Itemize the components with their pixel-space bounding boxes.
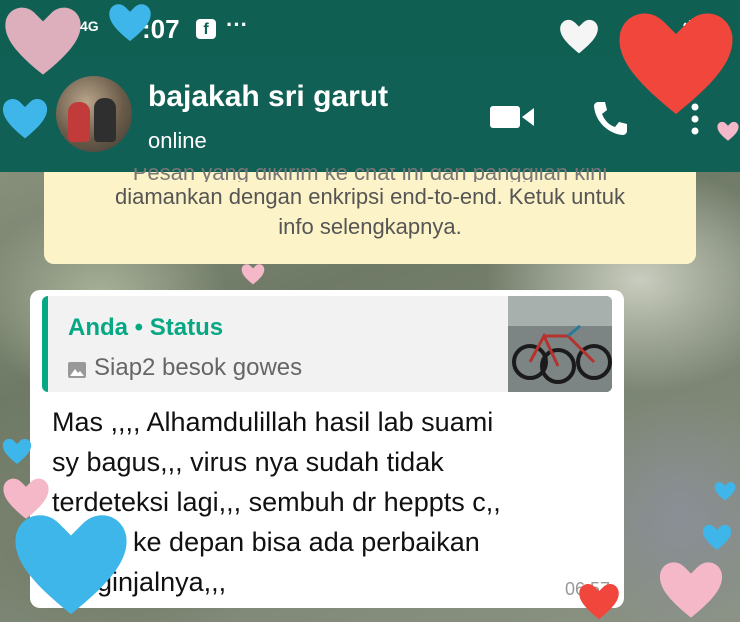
- contact-avatar[interactable]: [56, 76, 132, 152]
- message-line: sy bagus,,, virus nya sudah tidak: [52, 447, 444, 477]
- video-call-icon[interactable]: [488, 102, 536, 132]
- red-heart-sticker-icon: [579, 584, 619, 620]
- message-text: Mas ,,,, Alhamdulillah hasil lab suami s…: [52, 402, 618, 602]
- photo-icon: [68, 362, 86, 378]
- pink-heart-sticker-icon: [659, 562, 723, 618]
- message-line: Mas ,,,, Alhamdulillah hasil lab suami: [52, 407, 494, 437]
- contact-name[interactable]: bajakah sri garut: [148, 80, 388, 114]
- quoted-status-reply[interactable]: Anda • Status Siap2 besok gowes: [42, 296, 612, 392]
- blue-heart-sticker-icon: [2, 438, 32, 464]
- message-line: 2 ginjalnya,,,: [52, 567, 227, 597]
- message-line: s ga ke depan bisa ada perbaikan: [52, 527, 480, 557]
- encryption-notice-line-3: info selengkapnya.: [278, 214, 462, 239]
- pink-heart-sticker-icon: [5, 7, 81, 75]
- encryption-notice[interactable]: Pesan yang dikirim ke chat ini dan pangg…: [44, 168, 696, 264]
- status-thumbnail[interactable]: [508, 296, 612, 392]
- encryption-notice-line-2: diamankan dengan enkripsi end-to-end. Ke…: [114, 184, 625, 209]
- encryption-notice-line-1: Pesan yang dikirim ke chat ini dan pangg…: [132, 168, 608, 182]
- facebook-notification-icon: f: [196, 19, 216, 39]
- more-notifications-indicator: ···: [226, 12, 248, 37]
- blue-heart-sticker-icon: [109, 4, 151, 42]
- blue-heart-sticker-icon: [714, 482, 736, 501]
- red-heart-sticker-icon: [619, 13, 733, 115]
- contact-status: online: [148, 128, 207, 153]
- pink-heart-sticker-icon: [717, 121, 739, 141]
- message-line: terdeteksi lagi,,, sembuh dr heppts c,,: [52, 487, 501, 517]
- blue-heart-sticker-icon: [15, 515, 127, 615]
- pink-heart-sticker-icon: [241, 264, 265, 285]
- white-heart-sticker-icon: [560, 19, 598, 54]
- blue-heart-sticker-icon: [702, 524, 732, 550]
- blue-heart-sticker-icon: [2, 99, 48, 139]
- quote-accent-bar: [42, 296, 48, 392]
- quote-text: Siap2 besok gowes: [94, 354, 303, 381]
- quote-author: Anda • Status: [68, 314, 224, 341]
